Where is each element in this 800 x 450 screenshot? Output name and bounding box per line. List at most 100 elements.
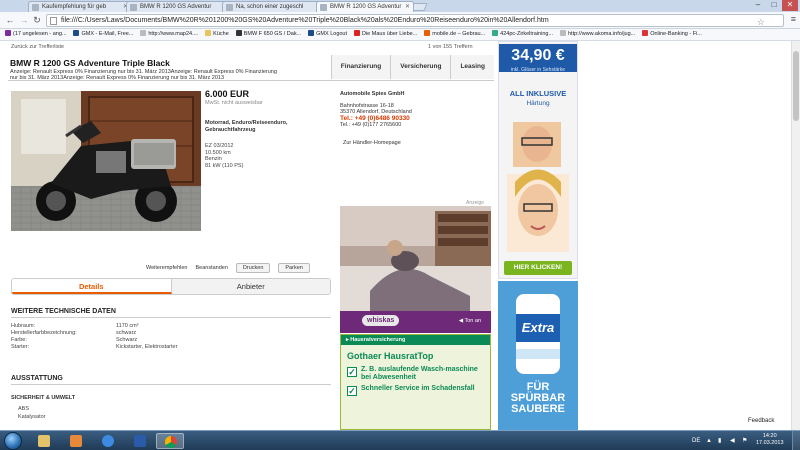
browser-tab[interactable]: BMW R 1200 GS Adventur ✕ [126, 1, 230, 12]
dealer-name: Automobile Spies GmbH [340, 91, 405, 97]
page-icon [140, 30, 147, 36]
ad-video-frame [340, 206, 491, 311]
site-icon [235, 30, 242, 36]
word-icon [134, 435, 146, 447]
bookmark-item[interactable]: GMX - E-Mail, Free... [73, 29, 133, 40]
taskbar-word[interactable] [126, 433, 154, 449]
page-viewport: Zurück zur Trefferliste 1 von 155 Treffe… [0, 41, 800, 430]
volume-icon[interactable]: ◀ [730, 431, 735, 450]
tech-value: Kickstarter, Elektrostarter [116, 344, 178, 350]
ad-inclusive: ALL INKLUSIVE [509, 89, 567, 98]
bookmark-item[interactable]: http://www.akoma.info/jug... [559, 29, 636, 40]
bookmark-item[interactable]: mobile.de – Gebrau... [424, 29, 485, 40]
gothaer-item: ✓ Z. B. auslaufende Wasch-maschine bei Ab… [341, 363, 490, 382]
vehicle-specs: EZ 03/2012 10.500 km Benzin 81 kW (110 P… [205, 143, 243, 169]
gothaer-item: ✓ Schneller Service im Schadensfall [341, 382, 490, 396]
park-button[interactable]: Parken [278, 263, 310, 273]
page-favicon-icon [32, 4, 39, 11]
wrench-menu-icon[interactable]: ≡ [791, 14, 796, 24]
vehicle-price: 6.000 EUR [205, 89, 250, 99]
taskbar-explorer[interactable] [30, 433, 58, 449]
scrollbar-thumb[interactable] [793, 51, 799, 121]
network-icon[interactable]: ▮ [718, 431, 721, 450]
equipment-item: ABS [18, 406, 30, 412]
clock-time: 14:20 [762, 433, 777, 439]
ad-haertung: Härtung [526, 100, 550, 107]
extra-gum-ad[interactable]: Extra FÜR SPÜRBAR SAUBERE [498, 281, 578, 430]
print-button[interactable]: Drucken [235, 263, 271, 273]
bookmark-star-icon[interactable]: ☆ [757, 17, 765, 26]
slogan-line: SAUBERE [511, 403, 565, 415]
tech-key: Starter: [11, 344, 30, 350]
taskbar-ie[interactable] [94, 433, 122, 449]
gothaer-ad[interactable]: ▸ Hausratversicherung Gothaer HausratTop… [340, 334, 491, 430]
vertical-scrollbar[interactable] [791, 41, 800, 430]
yahoo-mail-icon [5, 30, 11, 36]
taskbar-chrome[interactable] [156, 433, 184, 449]
vehicle-photo[interactable] [11, 91, 201, 231]
bookmark-item[interactable]: Küche [205, 29, 229, 40]
dealer-homepage-link[interactable]: Zur Händler-Homepage [343, 140, 401, 146]
recommend-link[interactable]: Weiterempfehlen [146, 265, 187, 271]
tech-data-keys: Hubraum: Herstellerfarbbezeichnung: Farb… [11, 323, 77, 351]
tab-details[interactable]: Details [12, 279, 172, 294]
gothaer-item-text: Z. B. auslaufende Wasch-maschine bei Abw… [361, 366, 478, 381]
page-favicon-icon [320, 4, 327, 11]
browser-tab[interactable]: Na, schon einer zugeschl ✕ [222, 1, 326, 12]
bookmark-label: http://www.map24.... [148, 31, 199, 37]
whiskas-bar: whiskas ◀ Ton an [340, 311, 491, 333]
power: 81 kW (110 PS) [205, 162, 244, 169]
flag-icon[interactable]: ⚑ [742, 431, 747, 450]
browser-tab-active[interactable]: BMW R 1200 GS Adventur ✕ [316, 1, 414, 12]
close-tab-icon[interactable]: ✕ [405, 2, 410, 12]
browser-tab[interactable]: Kaufempfehlung für geb ✕ [28, 1, 132, 12]
sound-on-button[interactable]: ◀ Ton an [459, 318, 481, 324]
gum-package-image: Extra [516, 294, 560, 374]
bookmark-label: mobile.de – Gebrau... [432, 31, 486, 37]
tab-insurance[interactable]: Versicherung [390, 55, 451, 79]
feedback-link[interactable]: Feedback [748, 418, 774, 424]
language-indicator[interactable]: DE [692, 431, 700, 450]
whiskas-ad[interactable]: whiskas ◀ Ton an [340, 206, 491, 333]
tech-key: Hubraum: [11, 323, 36, 329]
tab-financing[interactable]: Finanzierung [330, 55, 391, 79]
finance-ad-text[interactable]: nur bis 31. März 2013Anzeige: Renault Ex… [10, 75, 224, 81]
bookmark-label: BMW F 650 GS / Dak... [243, 31, 302, 37]
tab-title: BMW R 1200 GS Adventur [330, 4, 402, 10]
close-window-icon[interactable]: ✕ [782, 0, 798, 11]
back-arrow-icon[interactable]: ← [4, 15, 16, 26]
address-bar[interactable]: file:///C:/Users/Laws/Documents/BMW%20R%… [46, 14, 784, 27]
bookmark-label: http://www.akoma.info/jug... [567, 31, 636, 37]
bookmark-item[interactable]: http://www.map24.... [140, 29, 198, 40]
bookmark-item[interactable]: 424pc-Zirkeltraining... [492, 29, 553, 40]
taskbar-media[interactable] [62, 433, 90, 449]
tab-provider[interactable]: Anbieter [171, 279, 330, 294]
tray-arrow-icon[interactable]: ▲ [706, 431, 712, 450]
reload-icon[interactable]: ↻ [31, 15, 43, 26]
bookmark-item[interactable]: Die Maus über Liebe... [353, 29, 417, 40]
show-desktop-button[interactable] [792, 431, 800, 450]
bookmark-item[interactable]: BMW F 650 GS / Dak... [235, 29, 302, 40]
tab-leasing[interactable]: Leasing [450, 55, 494, 79]
maximize-icon[interactable]: □ [766, 0, 782, 11]
equipment-item: Katalysator [18, 414, 46, 420]
minimize-icon[interactable]: – [750, 0, 766, 11]
bank-icon [642, 30, 649, 36]
bookmark-item[interactable]: Online-Banking - Fi... [642, 29, 702, 40]
system-clock[interactable]: 14:20 17.03.2013 [756, 433, 784, 447]
start-button[interactable] [4, 432, 22, 450]
glasses-ad[interactable]: 34,90 € inkl. Gläser in Sehstärke ALL IN… [498, 41, 578, 279]
complain-link[interactable]: Beanstanden [195, 265, 227, 271]
mobile-de-icon [424, 30, 431, 36]
ad-click-button[interactable]: HIER KLICKEN! [504, 261, 572, 275]
forward-arrow-icon[interactable]: → [18, 15, 30, 26]
internet-explorer-icon [102, 435, 114, 447]
bookmark-item[interactable]: GMX Logout [308, 29, 347, 40]
gothaer-title: Gothaer HausratTop [347, 351, 434, 361]
tech-key: Herstellerfarbbezeichnung: [11, 330, 77, 336]
result-pager: 1 von 155 Treffern [428, 44, 473, 50]
breadcrumb[interactable]: Zurück zur Trefferliste [11, 44, 64, 50]
bookmark-item[interactable]: (17 ungelesen - ang... [5, 29, 67, 40]
media-player-icon [70, 435, 82, 447]
tech-value: Schwarz [116, 337, 138, 343]
